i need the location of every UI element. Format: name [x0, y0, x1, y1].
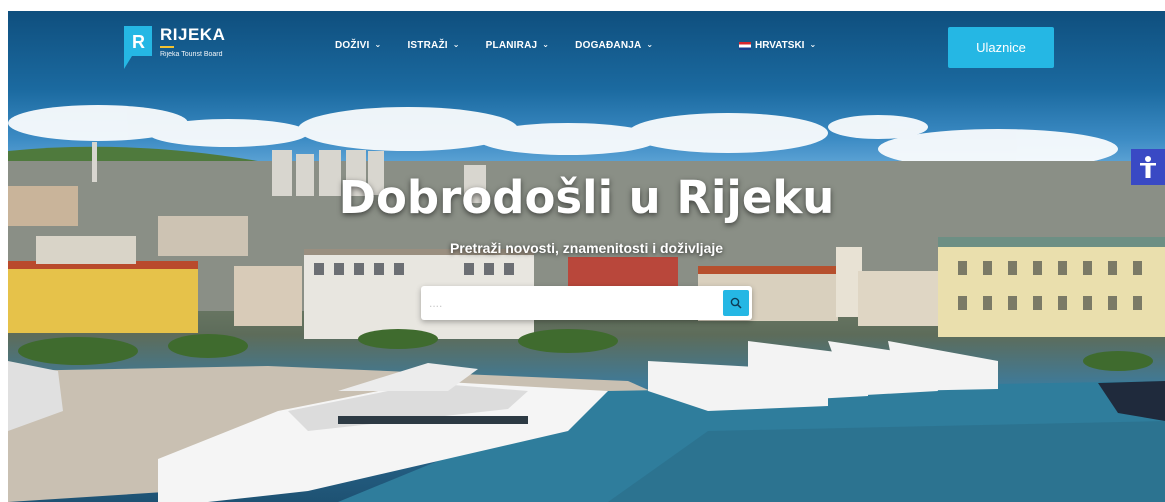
nav-item-label: PLANIRAJ: [485, 40, 538, 51]
brand-tagline: Rijeka Tourist Board: [160, 51, 223, 58]
nav-item-istrazi[interactable]: ISTRAŽI ⌄: [407, 40, 459, 51]
chevron-down-icon: ⌄: [374, 40, 382, 49]
chevron-down-icon: ⌄: [809, 40, 817, 49]
nav-item-dogadanja[interactable]: DOGAĐANJA ⌄: [575, 40, 653, 51]
search-bar: [421, 286, 752, 320]
nav-item-label: DOŽIVI: [335, 40, 370, 51]
brand-name: RIJEKA: [160, 25, 226, 44]
tickets-button[interactable]: Ulaznice: [948, 27, 1054, 68]
logo-mark-letter: R: [132, 32, 145, 52]
main-nav: DOŽIVI ⌄ ISTRAŽI ⌄ PLANIRAJ ⌄ DOGAĐANJA …: [335, 40, 679, 51]
nav-item-label: DOGAĐANJA: [575, 40, 642, 51]
language-label: HRVATSKI: [755, 40, 805, 51]
hero-title: Dobrodošli u Rijeku: [338, 171, 835, 224]
language-selector[interactable]: HRVATSKI ⌄: [739, 40, 816, 51]
brand-text: RIJEKA Rijeka Tourist Board: [160, 26, 225, 59]
hero-background-image: [8, 105, 1165, 502]
search-button[interactable]: [723, 290, 749, 316]
croatia-flag-icon: [739, 41, 751, 50]
hero-banner: R RIJEKA Rijeka Tourist Board DOŽIVI ⌄ I…: [8, 11, 1165, 502]
search-icon: [730, 297, 742, 309]
search-input[interactable]: [429, 290, 717, 316]
nav-item-dozivi[interactable]: DOŽIVI ⌄: [335, 40, 381, 51]
logo-mark-icon: R: [124, 26, 152, 69]
brand-accent-bar: [160, 46, 174, 48]
brand-logo[interactable]: R RIJEKA Rijeka Tourist Board: [124, 26, 225, 69]
chevron-down-icon: ⌄: [452, 40, 460, 49]
nav-item-label: ISTRAŽI: [407, 40, 448, 51]
nav-item-planiraj[interactable]: PLANIRAJ ⌄: [486, 40, 550, 51]
chevron-down-icon: ⌄: [646, 40, 654, 49]
chevron-down-icon: ⌄: [542, 40, 550, 49]
hero-subtitle: Pretraži novosti, znamenitosti i doživlj…: [449, 240, 724, 256]
